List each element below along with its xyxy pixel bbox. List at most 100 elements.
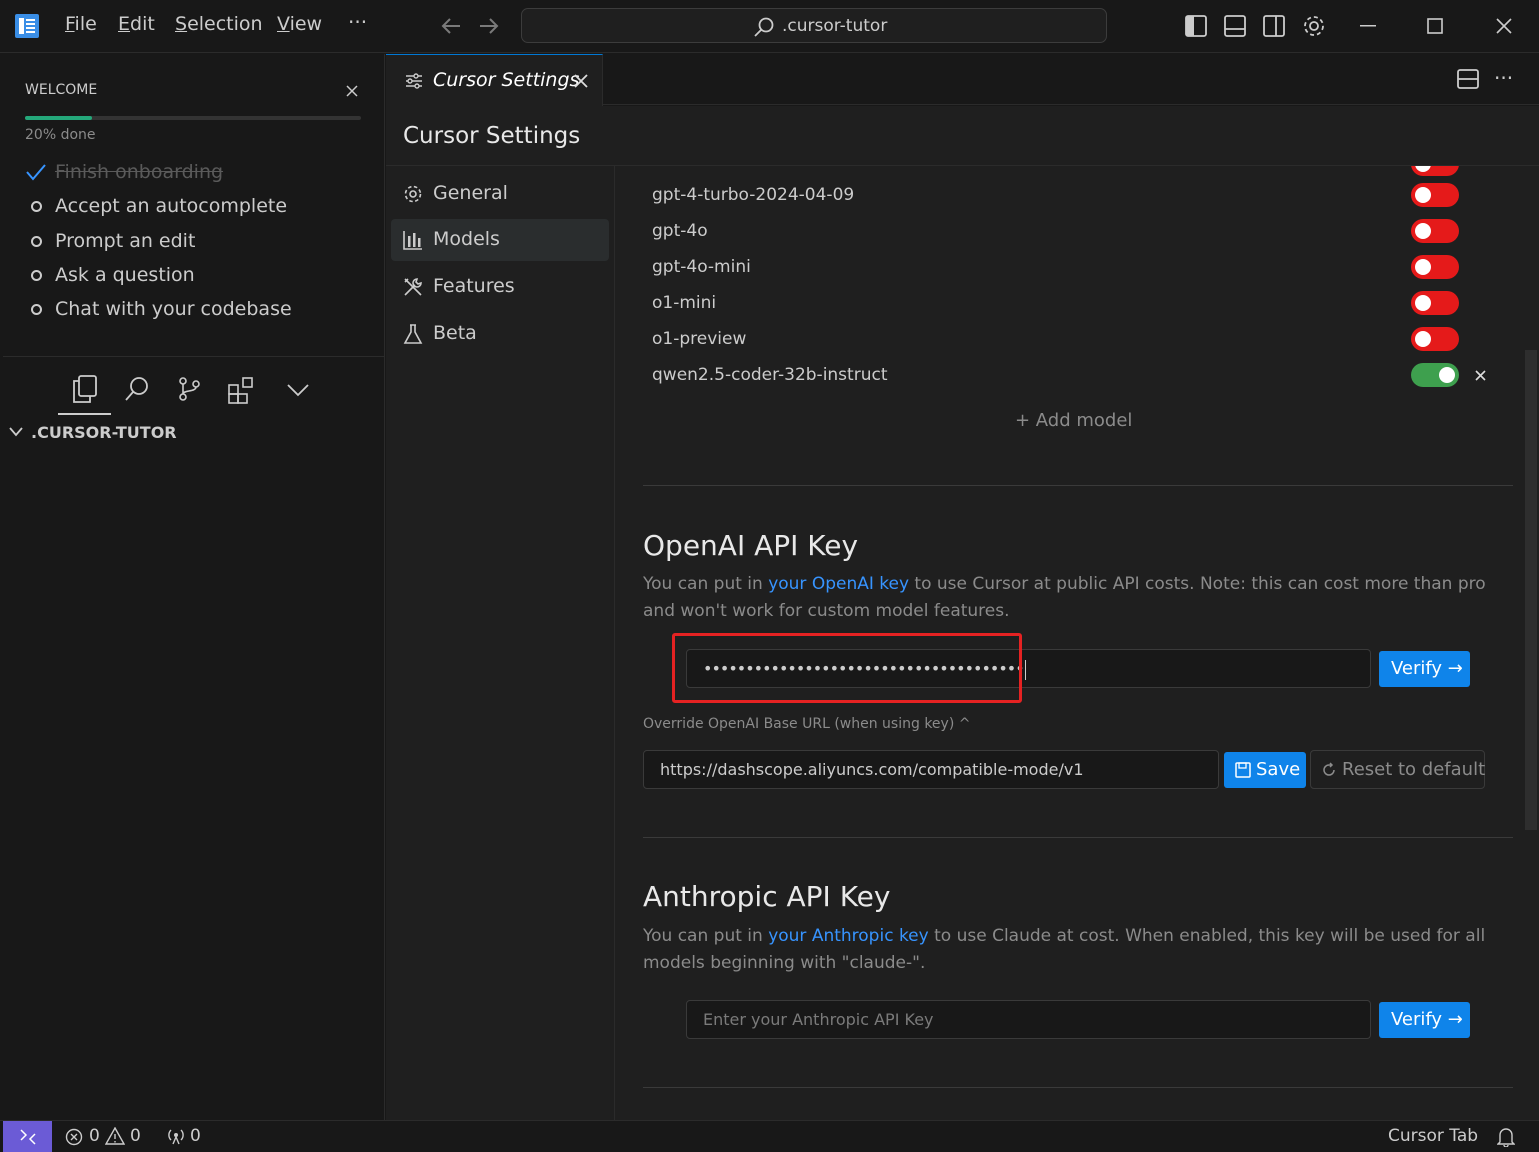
error-count[interactable]: 0: [89, 1126, 100, 1146]
nav-label-features: Features: [433, 275, 515, 297]
chevron-down-icon[interactable]: [286, 382, 310, 398]
page-title: Cursor Settings: [403, 123, 581, 149]
cursor-tab-status[interactable]: Cursor Tab: [1388, 1126, 1478, 1146]
toggle-panel-icon[interactable]: [1224, 15, 1246, 37]
warning-count[interactable]: 0: [130, 1126, 141, 1146]
section-divider: [643, 837, 1513, 838]
settings-gear-icon[interactable]: [1301, 13, 1327, 39]
welcome-progress-text: 20% done: [25, 127, 96, 143]
override-base-url-label[interactable]: Override OpenAI Base URL (when using key…: [643, 716, 970, 732]
status-bar: 0 0 0 Cursor Tab: [0, 1120, 1539, 1152]
todo-item-prompt-edit[interactable]: Prompt an edit: [55, 230, 195, 252]
model-name: gpt-4o: [652, 221, 708, 241]
settings-nav: [386, 166, 615, 1120]
gear-icon: [403, 184, 423, 204]
title-bar: File Edit Selection View ··· .cursor-tut…: [0, 0, 1539, 53]
model-name: gpt-4-turbo-2024-04-09: [652, 185, 855, 205]
section-divider: [643, 1087, 1513, 1088]
base-url-input[interactable]: https://dashscope.aliyuncs.com/compatibl…: [643, 750, 1219, 789]
todo-item-autocomplete[interactable]: Accept an autocomplete: [55, 195, 287, 217]
split-editor-icon[interactable]: [1457, 69, 1479, 89]
tools-icon: [403, 277, 423, 297]
anthropic-key-input[interactable]: Enter your Anthropic API Key: [686, 1000, 1371, 1039]
nav-label-general: General: [433, 182, 508, 204]
anthropic-description: You can put in your Anthropic key to use…: [643, 926, 1486, 973]
anthropic-verify-button[interactable]: Verify →: [1379, 1002, 1470, 1038]
settings-sliders-icon: [405, 73, 423, 89]
circle-icon: [31, 270, 42, 281]
chart-icon: [403, 230, 423, 250]
maximize-icon[interactable]: [1427, 18, 1443, 34]
menu-edit[interactable]: Edit: [118, 13, 155, 35]
search-text: .cursor-tutor: [782, 16, 888, 36]
openai-key-link[interactable]: your OpenAI key: [768, 574, 909, 594]
back-arrow-icon[interactable]: [440, 16, 462, 36]
nav-label-beta: Beta: [433, 322, 477, 344]
bell-icon[interactable]: [1497, 1127, 1515, 1147]
ports-count[interactable]: 0: [190, 1126, 201, 1146]
model-toggle[interactable]: [1411, 291, 1459, 315]
model-toggle[interactable]: [1411, 183, 1459, 207]
anthropic-key-link[interactable]: your Anthropic key: [768, 926, 929, 946]
nav-item-features[interactable]: Features: [391, 266, 609, 308]
tab-label: Cursor Settings: [433, 69, 580, 91]
remote-indicator[interactable]: [3, 1121, 52, 1152]
toggle-secondary-sidebar-icon[interactable]: [1263, 15, 1285, 37]
openai-verify-button[interactable]: Verify →: [1379, 651, 1470, 687]
close-welcome-icon[interactable]: [346, 85, 358, 97]
model-toggle[interactable]: [1411, 255, 1459, 279]
search-view-icon[interactable]: [124, 376, 150, 402]
extensions-icon[interactable]: [228, 376, 256, 404]
minimize-icon[interactable]: [1360, 25, 1376, 27]
nav-item-models[interactable]: Models: [391, 219, 609, 261]
openai-description: You can put in your OpenAI key to use Cu…: [643, 574, 1486, 621]
more-actions-icon[interactable]: ···: [1494, 66, 1513, 90]
search-icon: [753, 16, 775, 38]
ports-antenna-icon: [165, 1127, 187, 1145]
nav-item-general[interactable]: General: [391, 173, 609, 215]
save-button[interactable]: Save: [1224, 752, 1306, 788]
welcome-progress-bar: [25, 116, 361, 120]
model-name: qwen2.5-coder-32b-instruct: [652, 365, 888, 385]
reset-icon: [1321, 762, 1337, 778]
todo-item-ask-question[interactable]: Ask a question: [55, 264, 195, 286]
nav-item-beta[interactable]: Beta: [391, 313, 609, 355]
model-name: gpt-4o-mini: [652, 257, 751, 277]
model-toggle-partial[interactable]: [1411, 166, 1459, 176]
anthropic-section-title: Anthropic API Key: [643, 880, 891, 913]
close-window-icon[interactable]: [1496, 18, 1512, 34]
menu-selection[interactable]: Selection: [175, 13, 263, 35]
sidebar-divider: [3, 356, 384, 357]
welcome-progress-fill: [25, 116, 93, 120]
active-view-indicator: [58, 413, 111, 415]
error-icon: [65, 1128, 83, 1146]
save-icon: [1235, 762, 1251, 778]
explorer-files-icon[interactable]: [72, 375, 98, 403]
model-toggle[interactable]: [1411, 219, 1459, 243]
model-toggle[interactable]: [1411, 363, 1459, 387]
editor-scrollbar-thumb[interactable]: [1525, 350, 1537, 830]
close-tab-icon[interactable]: [574, 74, 588, 88]
add-model-button[interactable]: + Add model: [1015, 410, 1132, 431]
todo-item-chat-codebase[interactable]: Chat with your codebase: [55, 298, 292, 320]
model-name: o1-preview: [652, 329, 747, 349]
menu-file[interactable]: File: [65, 13, 97, 35]
model-name: o1-mini: [652, 293, 717, 313]
forward-arrow-icon[interactable]: [478, 16, 500, 36]
remove-model-icon[interactable]: [1475, 370, 1486, 381]
folder-chevron-icon[interactable]: [8, 426, 24, 438]
tab-cursor-settings[interactable]: Cursor Settings: [386, 54, 603, 106]
menu-view[interactable]: View: [277, 13, 322, 35]
source-control-icon[interactable]: [177, 376, 203, 402]
command-center-search[interactable]: .cursor-tutor: [521, 8, 1107, 43]
model-toggle[interactable]: [1411, 327, 1459, 351]
reset-default-button[interactable]: Reset to default: [1310, 750, 1485, 789]
explorer-folder-title[interactable]: .CURSOR-TUTOR: [31, 423, 177, 442]
toggle-primary-sidebar-icon[interactable]: [1185, 15, 1207, 37]
menu-more[interactable]: ···: [348, 10, 367, 34]
nav-label-models: Models: [433, 228, 500, 250]
circle-icon: [31, 236, 42, 247]
app-logo-icon: [15, 14, 39, 38]
todo-item-finish-onboarding[interactable]: Finish onboarding: [55, 161, 223, 183]
section-divider: [643, 485, 1513, 486]
